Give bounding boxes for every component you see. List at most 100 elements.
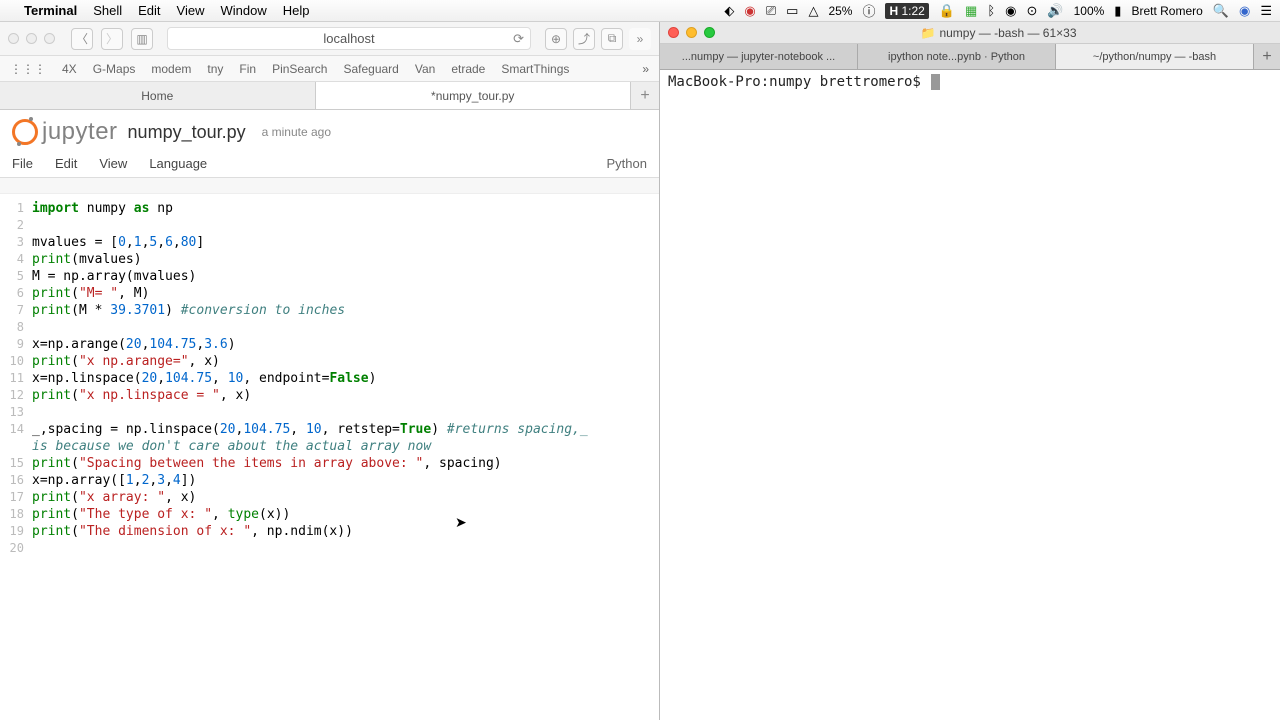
- search-icon[interactable]: 🔍: [1213, 3, 1229, 19]
- jup-menu-file[interactable]: File: [12, 156, 33, 171]
- code-line[interactable]: 16x=np.array([1,2,3,4]): [0, 472, 659, 489]
- screen-icon[interactable]: ⎚: [766, 3, 776, 19]
- bookmark-fin[interactable]: Fin: [239, 62, 256, 76]
- code-line[interactable]: 18print("The type of x: ", type(x)): [0, 506, 659, 523]
- bookmark-bar: ⋮⋮⋮ 4X G-Maps modem tny Fin PinSearch Sa…: [0, 56, 659, 82]
- wifi-icon[interactable]: ◉: [1005, 3, 1016, 19]
- terminal-title: numpy — -bash — 61×33: [939, 26, 1076, 40]
- forward-button[interactable]: 〉: [101, 28, 123, 50]
- address-bar[interactable]: localhost ⟳: [167, 27, 531, 50]
- save-timestamp: a minute ago: [262, 125, 331, 139]
- display-icon[interactable]: ▭: [786, 3, 798, 19]
- browser-window: 〈 〉 ▥ localhost ⟳ ⊕ ⤴ ⧉ » ⋮⋮⋮ 4X G-Maps …: [0, 22, 660, 720]
- code-line[interactable]: 3mvalues = [0,1,5,6,80]: [0, 234, 659, 251]
- folder-icon: 📁: [920, 26, 935, 40]
- dropbox-icon[interactable]: ⬖: [724, 3, 734, 19]
- menu-window[interactable]: Window: [221, 3, 267, 18]
- term-close[interactable]: [668, 27, 679, 38]
- tab-numpy-tour[interactable]: *numpy_tour.py: [316, 82, 632, 109]
- siri-icon[interactable]: ◉: [1239, 3, 1250, 19]
- menu-view[interactable]: View: [177, 3, 205, 18]
- menu-shell[interactable]: Shell: [93, 3, 122, 18]
- terminal-body[interactable]: MacBook-Pro:numpy brettromero$: [660, 70, 1280, 720]
- code-line[interactable]: 1import numpy as np: [0, 200, 659, 217]
- sidebar-button[interactable]: ▥: [131, 28, 153, 50]
- app-icon[interactable]: ◉: [744, 3, 755, 19]
- terminal-cursor: [931, 74, 940, 90]
- browser-toolbar: 〈 〉 ▥ localhost ⟳ ⊕ ⤴ ⧉ »: [0, 22, 659, 56]
- apps-icon[interactable]: ⋮⋮⋮: [10, 62, 46, 76]
- code-line[interactable]: 7print(M * 39.3701) #conversion to inche…: [0, 302, 659, 319]
- jup-menu-view[interactable]: View: [99, 156, 127, 171]
- notifications-icon[interactable]: ☰: [1260, 3, 1272, 19]
- wifi2-icon[interactable]: ⊙: [1027, 3, 1038, 19]
- battery-pct[interactable]: 25%: [828, 4, 852, 18]
- more-button[interactable]: »: [629, 28, 651, 50]
- term-tab-2[interactable]: ipython note...pynb · Python: [858, 44, 1056, 69]
- terminal-prompt: MacBook-Pro:numpy brettromero$: [668, 74, 929, 90]
- user-name[interactable]: Brett Romero: [1131, 4, 1202, 18]
- gdrive-icon[interactable]: △: [808, 3, 818, 19]
- code-line[interactable]: 5M = np.array(mvalues): [0, 268, 659, 285]
- terminal-window: 📁 numpy — -bash — 61×33 ...numpy — jupyt…: [660, 22, 1280, 720]
- reload-icon[interactable]: ⟳: [513, 31, 524, 47]
- term-minimize[interactable]: [686, 27, 697, 38]
- bluetooth-icon[interactable]: ᛒ: [987, 3, 995, 18]
- tabs-button[interactable]: ⧉: [601, 28, 623, 50]
- term-tab-3[interactable]: ~/python/numpy — -bash: [1056, 44, 1254, 69]
- code-line[interactable]: 6print("M= ", M): [0, 285, 659, 302]
- bookmark-smartthings[interactable]: SmartThings: [501, 62, 569, 76]
- bookmark-tny[interactable]: tny: [207, 62, 223, 76]
- activity-icon[interactable]: ▦: [965, 3, 977, 19]
- code-line[interactable]: 15print("Spacing between the items in ar…: [0, 455, 659, 472]
- clock[interactable]: H 1:22: [885, 3, 928, 19]
- lock-icon[interactable]: 🔒: [939, 3, 955, 19]
- download-button[interactable]: ⊕: [545, 28, 567, 50]
- help-icon[interactable]: ⓘ: [862, 1, 875, 20]
- code-line[interactable]: 4print(mvalues): [0, 251, 659, 268]
- code-line[interactable]: 9x=np.arange(20,104.75,3.6): [0, 336, 659, 353]
- bookmarks-overflow[interactable]: »: [642, 62, 649, 76]
- code-line[interactable]: 8: [0, 319, 659, 336]
- bookmark-4x[interactable]: 4X: [62, 62, 77, 76]
- code-line[interactable]: 14_,spacing = np.linspace(20,104.75, 10,…: [0, 421, 659, 438]
- battery-full[interactable]: 100%: [1074, 4, 1105, 18]
- term-zoom[interactable]: [704, 27, 715, 38]
- bookmark-etrade[interactable]: etrade: [451, 62, 485, 76]
- jup-menu-edit[interactable]: Edit: [55, 156, 77, 171]
- code-line[interactable]: 20: [0, 540, 659, 557]
- bookmark-gmaps[interactable]: G-Maps: [93, 62, 136, 76]
- bookmark-van[interactable]: Van: [415, 62, 435, 76]
- back-button[interactable]: 〈: [71, 28, 93, 50]
- code-line[interactable]: 13: [0, 404, 659, 421]
- code-line[interactable]: 11x=np.linspace(20,104.75, 10, endpoint=…: [0, 370, 659, 387]
- term-tab-1[interactable]: ...numpy — jupyter-notebook ...: [660, 44, 858, 69]
- new-tab-button[interactable]: +: [631, 82, 659, 109]
- bookmark-modem[interactable]: modem: [151, 62, 191, 76]
- term-new-tab[interactable]: +: [1254, 44, 1280, 69]
- kernel-indicator[interactable]: Python: [607, 156, 647, 171]
- jupyter-logo[interactable]: jupyter: [12, 118, 118, 146]
- share-button[interactable]: ⤴: [573, 28, 595, 50]
- menu-help[interactable]: Help: [283, 3, 310, 18]
- volume-icon[interactable]: 🔊: [1047, 3, 1063, 19]
- app-name[interactable]: Terminal: [24, 3, 77, 18]
- code-line[interactable]: 12print("x np.linspace = ", x): [0, 387, 659, 404]
- battery-icon[interactable]: ▮: [1114, 3, 1121, 19]
- bookmark-safeguard[interactable]: Safeguard: [343, 62, 398, 76]
- bookmark-pinsearch[interactable]: PinSearch: [272, 62, 327, 76]
- tab-home[interactable]: Home: [0, 82, 316, 109]
- window-zoom[interactable]: [44, 33, 55, 44]
- jup-menu-language[interactable]: Language: [149, 156, 207, 171]
- jupyter-header: jupyter numpy_tour.py a minute ago: [0, 110, 659, 150]
- code-line[interactable]: 10print("x np.arange=", x): [0, 353, 659, 370]
- code-line[interactable]: 19print("The dimension of x: ", np.ndim(…: [0, 523, 659, 540]
- code-editor[interactable]: 1import numpy as np23mvalues = [0,1,5,6,…: [0, 194, 659, 720]
- code-line[interactable]: 2: [0, 217, 659, 234]
- window-close[interactable]: [8, 33, 19, 44]
- code-line[interactable]: is because we don't care about the actua…: [0, 438, 659, 455]
- code-line[interactable]: 17print("x array: ", x): [0, 489, 659, 506]
- menu-edit[interactable]: Edit: [138, 3, 160, 18]
- notebook-filename[interactable]: numpy_tour.py: [128, 122, 246, 143]
- window-minimize[interactable]: [26, 33, 37, 44]
